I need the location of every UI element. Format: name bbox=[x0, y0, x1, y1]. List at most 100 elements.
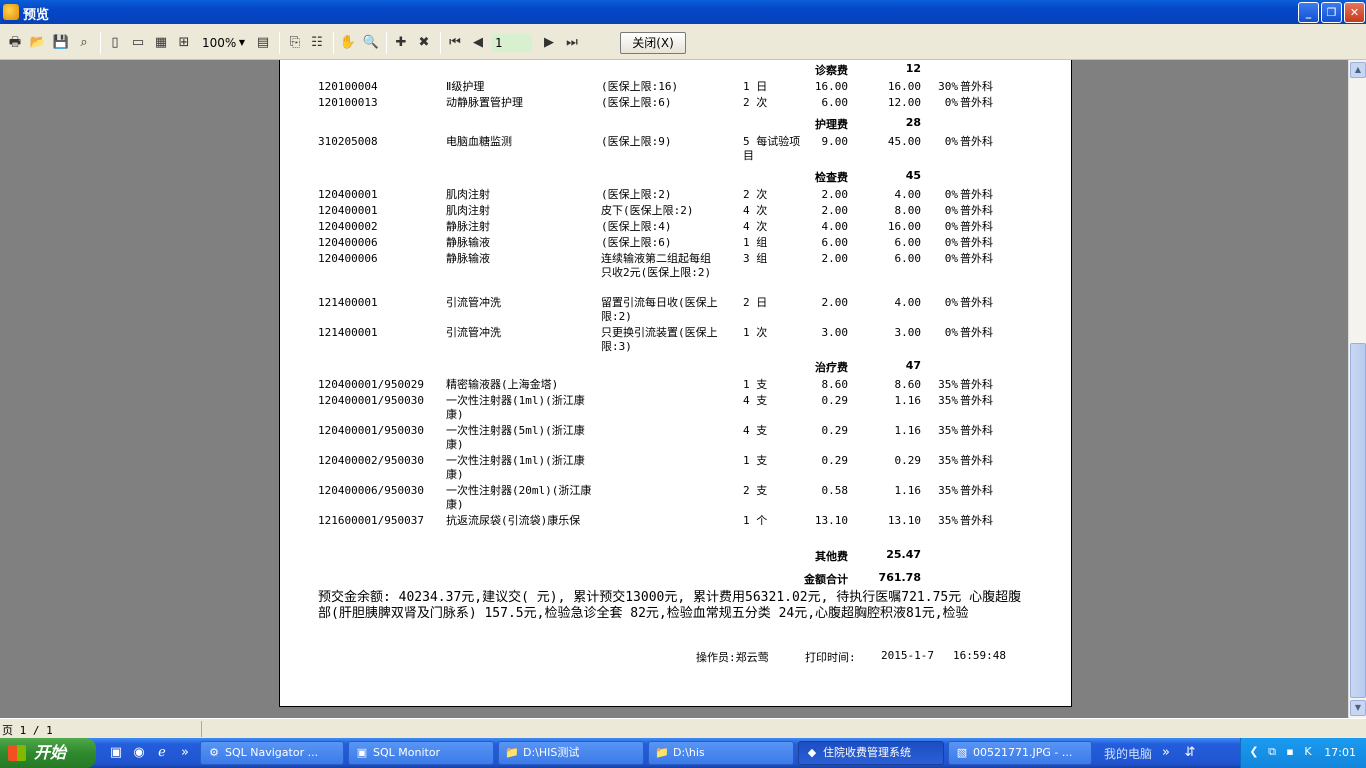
two-pages-icon[interactable]: ▦ bbox=[152, 34, 170, 52]
item-name: 肌肉注射 bbox=[446, 204, 490, 217]
item-name: 一次性注射器(1ml)(浙江康康) bbox=[446, 394, 585, 421]
item-name: 静脉输液 bbox=[446, 236, 490, 249]
item-amount: 1.16 bbox=[894, 394, 922, 407]
windows-flag-icon bbox=[8, 745, 26, 761]
print-icon[interactable]: 🖶 bbox=[6, 34, 24, 52]
outline-icon[interactable]: ☷ bbox=[308, 34, 326, 52]
item-price: 13.10 bbox=[814, 514, 848, 527]
toolbar-separator bbox=[386, 32, 387, 54]
report-page: 诊察费 12 120100004 Ⅱ级护理 (医保上限:16) 1 日 16.00 16.00… bbox=[279, 60, 1072, 707]
item-name: 抗返流尿袋(引流袋)康乐保 bbox=[446, 514, 581, 527]
item-price: 2.00 bbox=[821, 188, 849, 201]
image-icon: ▧ bbox=[956, 746, 968, 759]
close-window-button[interactable]: ✕ bbox=[1344, 2, 1365, 23]
item-quantity: 1 组 bbox=[743, 236, 768, 249]
item-quantity: 4 支 bbox=[743, 424, 768, 437]
taskbar-item[interactable]: ⚙ SQL Navigator ... bbox=[200, 741, 344, 765]
toolbar: 🖶 📂 💾 ⌕ ▯ ▭ ▦ ⊞ 100% ▼ ▤ ⎘ ☷ ✋ 🔍 ✚ ✖ ⏮ ◀… bbox=[0, 24, 1366, 60]
item-amount: 6.00 bbox=[894, 236, 922, 249]
item-dept: 普外科 bbox=[960, 326, 993, 339]
category-label: 金额合计 bbox=[804, 573, 848, 586]
item-quantity: 1 支 bbox=[743, 454, 768, 467]
item-name: 肌肉注射 bbox=[446, 188, 490, 201]
item-rate: 35% bbox=[938, 378, 958, 391]
toolbar-separator bbox=[333, 32, 334, 54]
scroll-up-icon[interactable]: ▲ bbox=[1350, 62, 1366, 78]
media-icon[interactable]: ◉ bbox=[131, 745, 147, 761]
first-page-icon[interactable]: ⏮ bbox=[446, 34, 464, 52]
prev-page-icon[interactable]: ◀ bbox=[469, 34, 487, 52]
minimize-button[interactable]: _ bbox=[1298, 2, 1319, 23]
item-price: 0.29 bbox=[821, 454, 849, 467]
add-page-icon[interactable]: ✚ bbox=[392, 34, 410, 52]
zoom-icon[interactable]: 🔍 bbox=[362, 34, 380, 52]
zoom-value: 100% bbox=[202, 36, 237, 50]
start-button[interactable]: 开始 bbox=[0, 738, 96, 768]
item-price: 6.00 bbox=[821, 96, 849, 109]
item-dept: 普外科 bbox=[960, 252, 993, 265]
taskbar-item[interactable]: ▧ 00521771.JPG - ... bbox=[948, 741, 1092, 765]
item-dept: 普外科 bbox=[960, 296, 993, 309]
next-page-icon[interactable]: ▶ bbox=[540, 34, 558, 52]
edit-icon[interactable]: ⎘ bbox=[286, 34, 304, 52]
item-dept: 普外科 bbox=[960, 135, 993, 148]
open-folder-icon[interactable]: 📂 bbox=[29, 34, 47, 52]
chevron-more-icon[interactable]: » bbox=[177, 745, 193, 761]
page-width-icon[interactable]: ▭ bbox=[129, 34, 147, 52]
delete-page-icon[interactable]: ✖ bbox=[415, 34, 433, 52]
ie-icon[interactable]: ℯ bbox=[154, 745, 170, 761]
desktop-icon[interactable]: ▣ bbox=[108, 745, 124, 761]
item-amount: 8.60 bbox=[894, 378, 922, 391]
maximize-button[interactable]: ❐ bbox=[1321, 2, 1342, 23]
close-preview-button[interactable]: 关闭(X) bbox=[620, 32, 686, 54]
last-page-icon[interactable]: ⏭ bbox=[563, 34, 581, 52]
item-code: 120400001/950030 bbox=[318, 424, 424, 437]
tray-toggle-icon[interactable]: ⇵ bbox=[1182, 745, 1198, 761]
taskbar-item[interactable]: 📁 D:\HIS测试 bbox=[498, 741, 644, 765]
single-page-icon[interactable]: ▯ bbox=[106, 34, 124, 52]
item-rate: 35% bbox=[938, 394, 958, 407]
taskbar-item-label: 00521771.JPG - ... bbox=[973, 746, 1073, 759]
scroll-thumb[interactable] bbox=[1350, 343, 1366, 698]
taskbar-item[interactable]: ▣ SQL Monitor bbox=[348, 741, 494, 765]
find-icon[interactable]: ⌕ bbox=[75, 34, 93, 52]
preview-area: 诊察费 12 120100004 Ⅱ级护理 (医保上限:16) 1 日 16.00 16.00… bbox=[0, 60, 1348, 718]
tray-arrow-icon[interactable]: ❮ bbox=[1247, 745, 1261, 759]
item-rate: 0% bbox=[944, 326, 958, 339]
category-value: 12 bbox=[905, 62, 921, 75]
item-dept: 普外科 bbox=[960, 188, 993, 201]
item-quantity: 4 次 bbox=[743, 204, 768, 217]
taskbar-item[interactable]: ◆ 住院收费管理系统 bbox=[798, 741, 944, 765]
item-name: 静脉输液 bbox=[446, 252, 490, 265]
item-code: 120400006 bbox=[318, 252, 378, 265]
item-rate: 35% bbox=[938, 514, 958, 527]
item-note: (医保上限:6) bbox=[601, 96, 672, 109]
vertical-scrollbar[interactable]: ▲ ▼ bbox=[1348, 60, 1366, 718]
scroll-down-icon[interactable]: ▼ bbox=[1350, 700, 1366, 716]
item-amount: 45.00 bbox=[887, 135, 921, 148]
summary-text: 预交金余额: 40234.37元,建议交( 元), 累计预交13000元, 累计… bbox=[318, 590, 1022, 621]
multi-page-icon[interactable]: ⊞ bbox=[175, 34, 193, 52]
taskbar-item[interactable]: 📁 D:\his bbox=[648, 741, 794, 765]
gear-icon: ⚙ bbox=[209, 746, 219, 759]
network-icon[interactable]: ⧉ bbox=[1265, 745, 1279, 759]
item-amount: 16.00 bbox=[887, 220, 921, 233]
item-code: 120400002/950030 bbox=[318, 454, 424, 467]
save-icon[interactable]: 💾 bbox=[52, 34, 70, 52]
zoom-select[interactable]: 100% ▼ bbox=[198, 34, 248, 52]
item-rate: 35% bbox=[938, 424, 958, 437]
item-dept: 普外科 bbox=[960, 220, 993, 233]
display-icon[interactable]: ▪ bbox=[1283, 745, 1297, 759]
title-bar: 预览 _ ❐ ✕ bbox=[0, 0, 1366, 24]
page-setup-icon[interactable]: ▤ bbox=[254, 34, 272, 52]
item-rate: 0% bbox=[944, 252, 958, 265]
chevron-more-icon[interactable]: » bbox=[1158, 745, 1174, 761]
item-name: Ⅱ级护理 bbox=[446, 80, 485, 93]
category-label: 治疗费 bbox=[815, 361, 848, 374]
my-computer-label[interactable]: 我的电脑 bbox=[1104, 745, 1152, 762]
item-dept: 普外科 bbox=[960, 204, 993, 217]
antivirus-icon[interactable]: K bbox=[1301, 745, 1315, 759]
hand-icon[interactable]: ✋ bbox=[339, 34, 357, 52]
clock: 17:01 bbox=[1324, 746, 1356, 759]
page-number-input[interactable]: 1 bbox=[492, 34, 532, 52]
